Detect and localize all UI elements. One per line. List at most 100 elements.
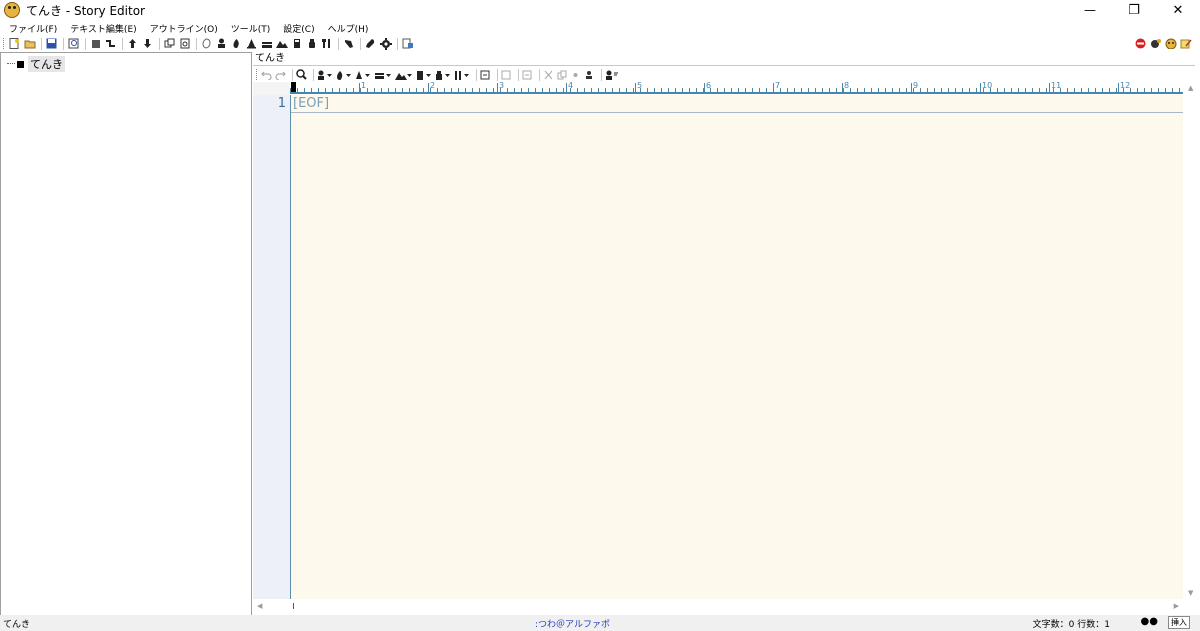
editor-toolbar-divider	[601, 68, 602, 81]
outline-tree-panel[interactable]: てんき	[0, 52, 252, 616]
redo-icon[interactable]	[275, 68, 286, 81]
close-button[interactable]: ✕	[1156, 0, 1200, 20]
scroll-up-icon[interactable]: ▲	[1188, 84, 1193, 92]
scroll-down-icon[interactable]: ▼	[1188, 589, 1193, 597]
wrench-icon[interactable]	[364, 37, 377, 50]
bullet-icon[interactable]	[571, 68, 580, 81]
ruler-row: 1 2 3 4 5 6 7 8 9 10 11 12	[253, 82, 1183, 95]
insert-mountain-dropdown-icon[interactable]	[395, 68, 413, 81]
ruler-number: 5	[637, 82, 643, 90]
insert-person-dropdown-icon[interactable]	[317, 68, 333, 81]
notes-icon[interactable]	[1179, 37, 1192, 50]
character-icon[interactable]	[200, 37, 213, 50]
tree-root-node[interactable]: てんき	[7, 56, 65, 72]
minimize-button[interactable]: —	[1068, 0, 1112, 20]
bottle-icon[interactable]	[305, 37, 318, 50]
stop-square-icon[interactable]	[89, 37, 102, 50]
status-counts: 文字数：0 行数：1	[1032, 620, 1110, 630]
cut-icon[interactable]	[543, 68, 554, 81]
dialogue-icon[interactable]	[605, 68, 619, 81]
person-icon[interactable]	[215, 37, 228, 50]
gear-icon[interactable]	[379, 37, 392, 50]
scroll-right-icon[interactable]: ▶	[1174, 602, 1179, 610]
editor-toolbar-divider	[497, 68, 498, 81]
title-bar: てんき - Story Editor — ❐ ✕	[0, 0, 1200, 20]
restore-button[interactable]: ❐	[1112, 0, 1156, 20]
tree-root-label[interactable]: てんき	[28, 56, 65, 72]
print-preview-icon[interactable]	[67, 37, 80, 50]
move-up-icon[interactable]	[126, 37, 139, 50]
menu-tools[interactable]: ツール(T)	[231, 22, 271, 35]
copy-icon[interactable]	[557, 68, 568, 81]
search-icon[interactable]	[296, 68, 307, 81]
open-folder-icon[interactable]	[23, 37, 36, 50]
insert-mode-badge[interactable]: 挿入	[1168, 616, 1190, 629]
toolbar-divider	[397, 37, 398, 50]
move-down-icon[interactable]	[141, 37, 154, 50]
new-file-icon[interactable]	[8, 37, 21, 50]
insert-bottle-dropdown-icon[interactable]	[435, 68, 451, 81]
status-link[interactable]: :つわ＠アルファポ	[535, 617, 610, 630]
restore-icon: ❐	[1128, 2, 1140, 18]
editor-toolbar-grip[interactable]	[256, 69, 259, 80]
menu-settings[interactable]: 設定(C)	[283, 22, 314, 35]
menu-bar: ファイル(F) テキスト編集(E) アウトライン(O) ツール(T) 設定(C)…	[0, 21, 1200, 35]
stop-red-icon[interactable]	[1134, 37, 1147, 50]
status-doc-name: てんき	[3, 620, 31, 630]
mountain-icon[interactable]	[275, 37, 288, 50]
ruler-number: 3	[499, 82, 505, 90]
ruler-major-tick	[704, 83, 705, 92]
status-bar: てんき :つわ＠アルファポ 文字数：0 行数：1 ●● 挿入	[0, 615, 1200, 631]
cutlery-icon[interactable]	[320, 37, 333, 50]
insert-ship-dropdown-icon[interactable]	[374, 68, 392, 81]
indent-icon[interactable]	[104, 37, 117, 50]
status-indicator: ●●	[1140, 616, 1158, 627]
eof-marker: [EOF]	[293, 96, 330, 111]
text-editor-area[interactable]: [EOF]	[291, 95, 1183, 599]
app-logo-icon	[4, 2, 20, 18]
save-icon[interactable]	[45, 37, 58, 50]
mascot-icon[interactable]	[1164, 37, 1177, 50]
insert-book-dropdown-icon[interactable]	[416, 68, 432, 81]
paste-node-icon[interactable]	[178, 37, 191, 50]
book-icon[interactable]	[290, 37, 303, 50]
copy-node-icon[interactable]	[163, 37, 176, 50]
character-tools-icon[interactable]	[1149, 37, 1162, 50]
replace-person-icon[interactable]	[583, 68, 595, 81]
editor-toolbar-divider	[313, 68, 314, 81]
toolbar-divider	[159, 37, 160, 50]
jump-icon[interactable]	[480, 68, 491, 81]
ship-icon[interactable]	[260, 37, 273, 50]
ruler-major-tick	[497, 83, 498, 92]
emphasis-icon[interactable]	[522, 68, 533, 81]
ruler-number: 9	[913, 82, 919, 90]
line-number-gutter: 1	[253, 95, 291, 599]
fire-icon[interactable]	[230, 37, 243, 50]
node-square-icon	[17, 60, 24, 68]
ruby-icon[interactable]	[501, 68, 512, 81]
toolbar-grip[interactable]	[3, 38, 6, 49]
ruler-major-tick	[1049, 83, 1050, 92]
insert-fire-dropdown-icon[interactable]	[336, 68, 352, 81]
insert-cone-dropdown-icon[interactable]	[355, 68, 371, 81]
undo-icon[interactable]	[261, 68, 272, 81]
scroll-left-icon[interactable]: ◀	[257, 602, 262, 610]
menu-text-edit[interactable]: テキスト編集(E)	[70, 22, 136, 35]
editor-toolbar-divider	[539, 68, 540, 81]
horizontal-scrollbar[interactable]: ◀ ▶	[253, 599, 1183, 614]
ruler-major-tick	[842, 83, 843, 92]
tag-icon[interactable]	[342, 37, 355, 50]
ruler-number: 4	[568, 82, 574, 90]
cone-icon[interactable]	[245, 37, 258, 50]
toolbar-divider	[338, 37, 339, 50]
toolbar-divider	[41, 37, 42, 50]
menu-file[interactable]: ファイル(F)	[9, 22, 57, 35]
toolbar-divider	[360, 37, 361, 50]
insert-cutlery-dropdown-icon[interactable]	[454, 68, 470, 81]
export-icon[interactable]	[401, 37, 414, 50]
menu-outline[interactable]: アウトライン(O)	[150, 22, 218, 35]
scroll-thumb[interactable]	[293, 603, 294, 609]
column-ruler[interactable]: 1 2 3 4 5 6 7 8 9 10 11 12	[290, 82, 1183, 94]
menu-help[interactable]: ヘルプ(H)	[328, 22, 369, 35]
vertical-scrollbar[interactable]: ▲ ▼	[1183, 82, 1200, 599]
